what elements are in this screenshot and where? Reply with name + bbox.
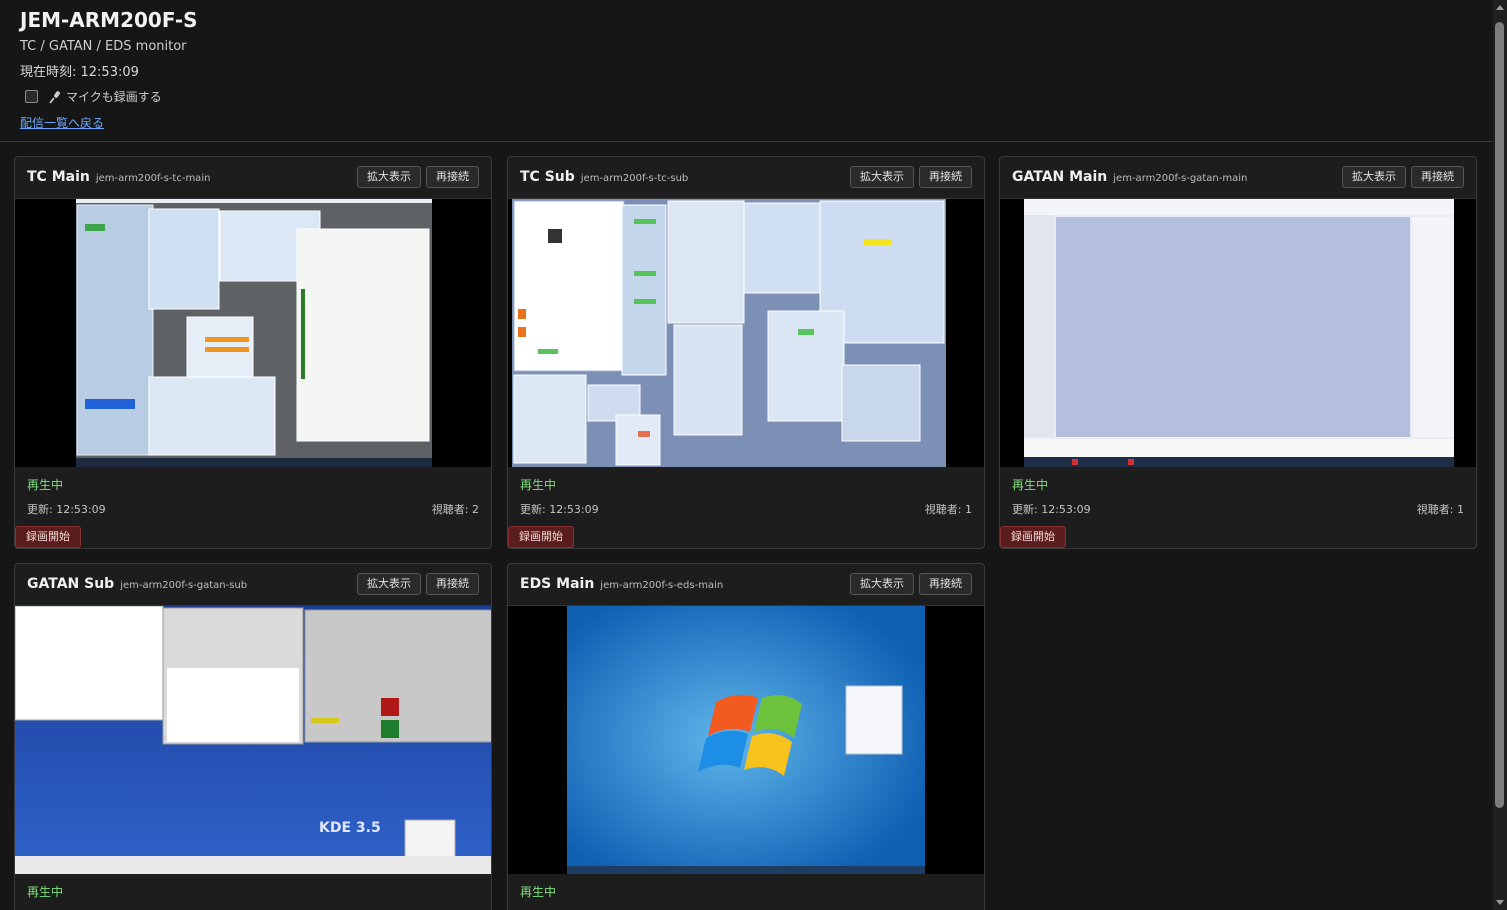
card-slug: jem-arm200f-s-gatan-main (1113, 173, 1248, 184)
last-updated: 更新: 12:53:09 (520, 503, 599, 516)
reconnect-button[interactable]: 再接続 (919, 166, 972, 188)
mic-record-option: マイクも録画する (20, 88, 198, 105)
stream-status: 再生中 (1012, 478, 1049, 492)
page-scrollbar[interactable] (1493, 0, 1507, 910)
card-header: GATAN Main jem-arm200f-s-gatan-main 拡大表示 … (1000, 157, 1476, 199)
record-start-button[interactable]: 録画開始 (15, 526, 81, 548)
stream-card-gatan-main: GATAN Main jem-arm200f-s-gatan-main 拡大表示 … (999, 156, 1477, 549)
card-title: GATAN Sub (27, 576, 115, 592)
scroll-down-icon[interactable] (1496, 900, 1504, 905)
scroll-up-icon[interactable] (1496, 5, 1504, 10)
reconnect-button[interactable]: 再接続 (919, 573, 972, 595)
zoom-button[interactable]: 拡大表示 (850, 573, 914, 595)
stream-status: 再生中 (27, 478, 64, 492)
svg-text:KDE 3.5: KDE 3.5 (319, 820, 381, 836)
current-time: 現在時刻: 12:53:09 (20, 65, 139, 80)
card-header: GATAN Sub jem-arm200f-s-gatan-sub 拡大表示 再接… (15, 564, 491, 606)
scrollbar-thumb[interactable] (1495, 22, 1504, 808)
last-updated: 更新: 12:53:09 (27, 503, 106, 516)
stream-status: 再生中 (520, 885, 557, 899)
last-updated: 更新: 12:53:09 (1012, 503, 1091, 516)
card-title: TC Sub (520, 169, 575, 185)
viewer-count: 視聴者: 2 (431, 503, 479, 516)
zoom-button[interactable]: 拡大表示 (357, 573, 421, 595)
header-divider (0, 141, 1493, 142)
card-slug: jem-arm200f-s-gatan-sub (120, 580, 248, 591)
card-slug: jem-arm200f-s-tc-sub (580, 173, 689, 184)
stream-card-tc-sub: TC Sub jem-arm200f-s-tc-sub 拡大表示 再接続 再生中… (507, 156, 985, 549)
card-header: EDS Main jem-arm200f-s-eds-main 拡大表示 再接続 (508, 564, 984, 606)
stream-card-tc-main: TC Main jem-arm200f-s-tc-main 拡大表示 再接続 再… (14, 156, 492, 549)
reconnect-button[interactable]: 再接続 (426, 166, 479, 188)
card-slug: jem-arm200f-s-eds-main (600, 580, 724, 591)
stream-status: 再生中 (27, 885, 64, 899)
card-slug: jem-arm200f-s-tc-main (95, 173, 211, 184)
card-title: GATAN Main (1012, 169, 1108, 185)
viewer-count: 視聴者: 1 (1416, 503, 1464, 516)
zoom-button[interactable]: 拡大表示 (1342, 166, 1406, 188)
card-header: TC Main jem-arm200f-s-tc-main 拡大表示 再接続 (15, 157, 491, 199)
mic-record-label: マイクも録画する (66, 90, 162, 104)
viewer-count: 視聴者: 1 (924, 503, 972, 516)
card-header: TC Sub jem-arm200f-s-tc-sub 拡大表示 再接続 (508, 157, 984, 199)
reconnect-button[interactable]: 再接続 (1411, 166, 1464, 188)
card-title: EDS Main (520, 576, 595, 592)
microphone-icon (49, 90, 60, 103)
page-subtitle: TC / GATAN / EDS monitor (20, 39, 187, 54)
video-stream[interactable] (508, 606, 984, 874)
stream-frame (567, 606, 925, 874)
card-title: TC Main (27, 169, 90, 185)
video-stream[interactable] (1000, 199, 1476, 467)
stream-frame: KDE 3.5 (15, 606, 491, 874)
video-stream[interactable] (508, 199, 984, 467)
stream-frame (76, 199, 432, 467)
back-to-list-link[interactable]: 配信一覧へ戻る (20, 114, 198, 131)
record-start-button[interactable]: 録画開始 (508, 526, 574, 548)
stream-card-gatan-sub: GATAN Sub jem-arm200f-s-gatan-sub 拡大表示 再接… (14, 563, 492, 910)
page-header: JEM-ARM200F-S TC / GATAN / EDS monitor 現… (20, 6, 198, 131)
page: JEM-ARM200F-S TC / GATAN / EDS monitor 現… (0, 0, 1493, 910)
zoom-button[interactable]: 拡大表示 (357, 166, 421, 188)
stream-status: 再生中 (520, 478, 557, 492)
reconnect-button[interactable]: 再接続 (426, 573, 479, 595)
stream-frame (1024, 199, 1454, 467)
stream-card-eds-main: EDS Main jem-arm200f-s-eds-main 拡大表示 再接続 (507, 563, 985, 910)
video-stream[interactable] (15, 199, 491, 467)
record-start-button[interactable]: 録画開始 (1000, 526, 1066, 548)
mic-record-checkbox[interactable] (25, 90, 38, 103)
stream-frame (512, 199, 946, 467)
video-stream[interactable]: KDE 3.5 (15, 606, 491, 874)
zoom-button[interactable]: 拡大表示 (850, 166, 914, 188)
page-title: JEM-ARM200F-S (20, 8, 198, 32)
